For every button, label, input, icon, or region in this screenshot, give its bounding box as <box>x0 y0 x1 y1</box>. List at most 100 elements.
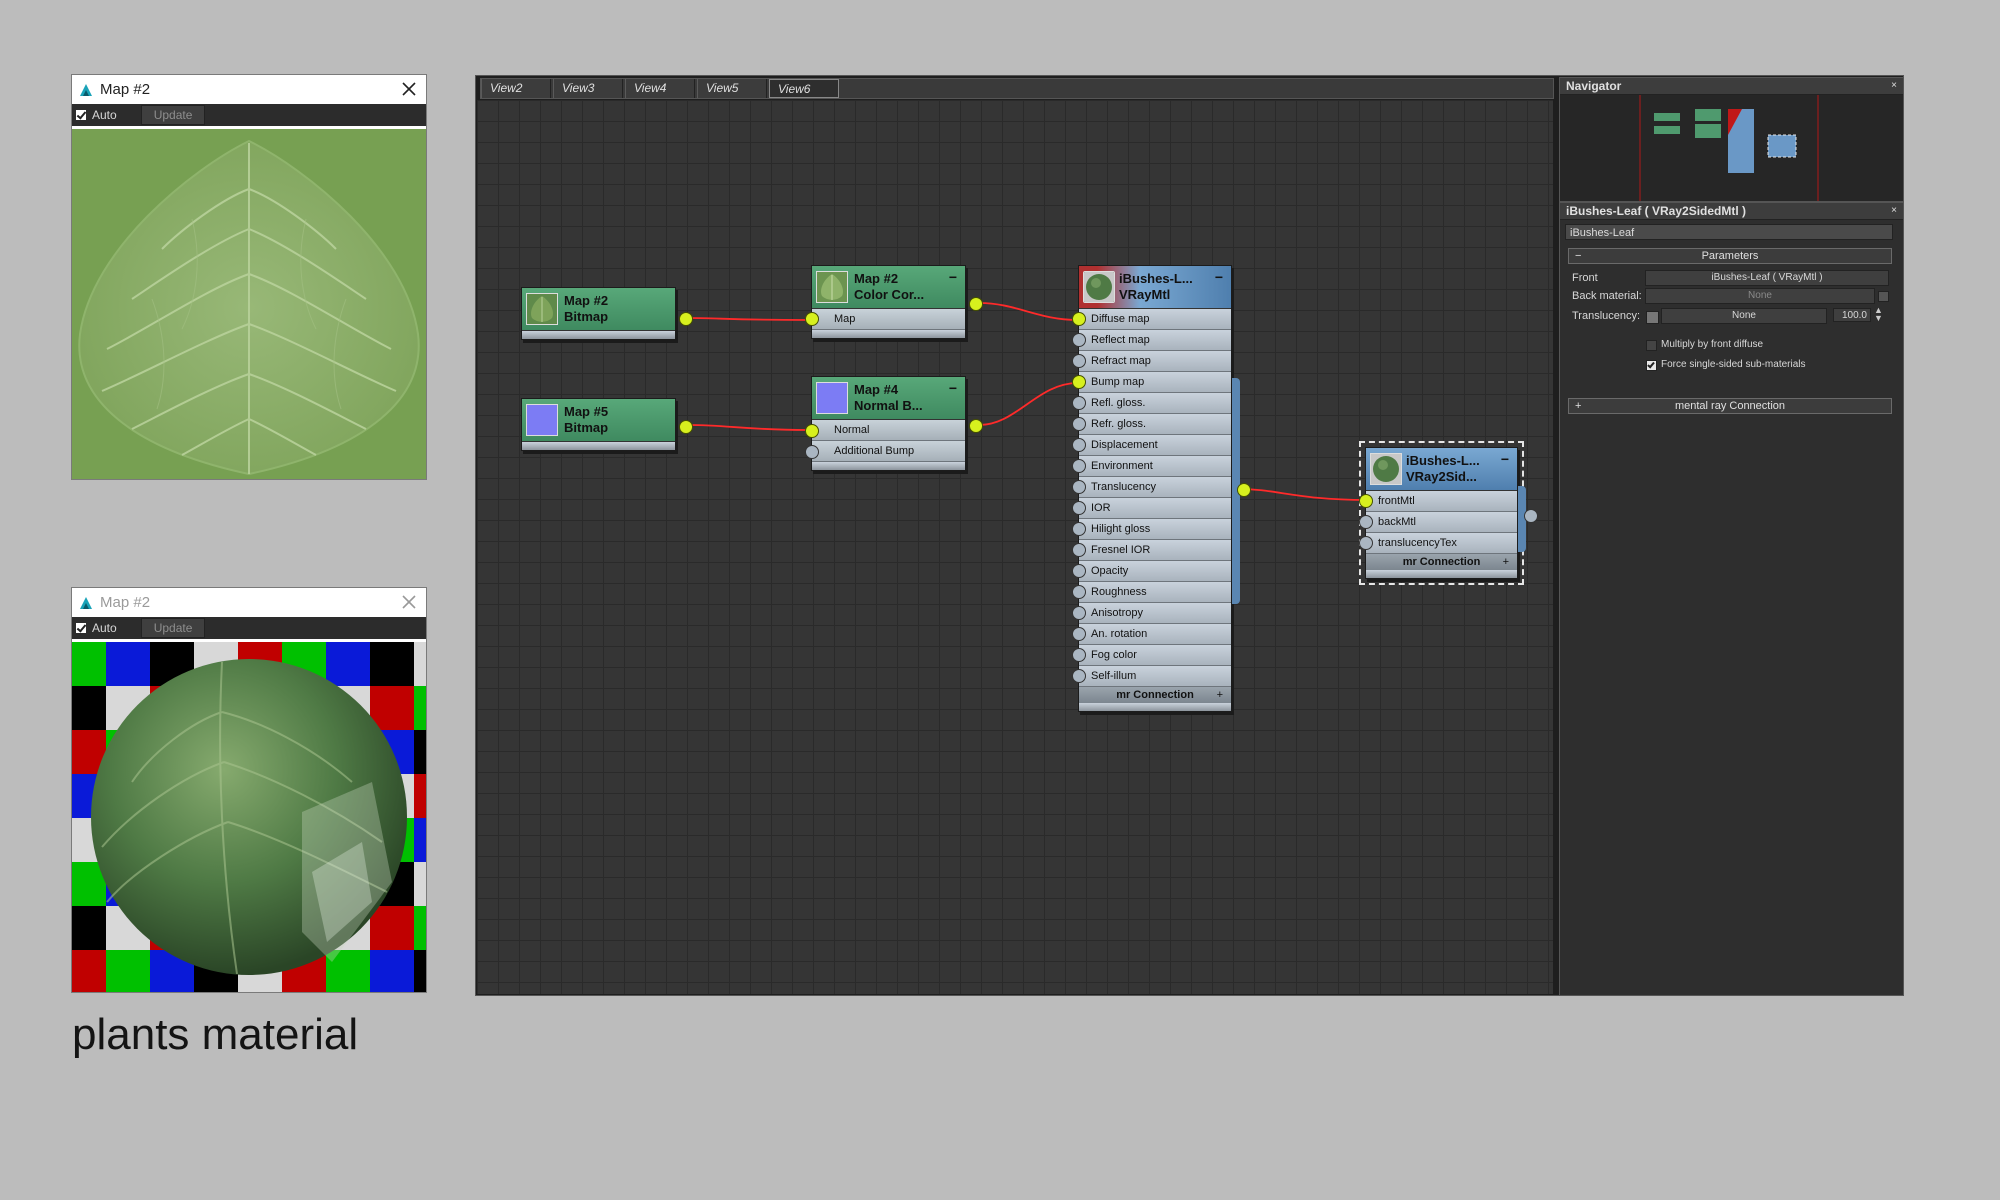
node-view-canvas[interactable]: Map #2 Bitmap Map #5 Bitmap Map #2 Color Co… <box>477 100 1553 994</box>
input-port[interactable] <box>1072 417 1086 431</box>
preview-titlebar[interactable]: Map #2 <box>72 588 426 617</box>
minimize-icon[interactable]: − <box>1215 269 1223 285</box>
output-port[interactable] <box>969 297 983 311</box>
slot-reflect-map[interactable]: Reflect map <box>1072 330 1231 351</box>
expand-icon[interactable]: + <box>1575 399 1581 413</box>
expand-icon[interactable]: + <box>1217 687 1223 703</box>
slot-translucencytex[interactable]: translucencyTex <box>1359 533 1517 554</box>
slot-an-rotation[interactable]: An. rotation <box>1072 624 1231 645</box>
update-button[interactable]: Update <box>140 618 206 638</box>
collapse-icon[interactable]: − <box>1575 249 1581 263</box>
node-vraymtl[interactable]: iBushes-L... VRayMtl − Diffuse map Reflect… <box>1072 265 1251 712</box>
slot-frontmtl[interactable]: frontMtl <box>1359 491 1517 512</box>
slot-self-illum[interactable]: Self-illum <box>1072 666 1231 687</box>
close-icon[interactable] <box>398 591 420 613</box>
parameters-rollout[interactable]: − Parameters <box>1568 248 1892 264</box>
slot-map[interactable]: Map <box>812 309 965 330</box>
update-button[interactable]: Update <box>140 105 206 125</box>
input-port[interactable] <box>1359 536 1373 550</box>
slot-label: Translucency <box>1091 481 1157 493</box>
slot-refract-map[interactable]: Refract map <box>1072 351 1231 372</box>
slot-environment[interactable]: Environment <box>1072 456 1231 477</box>
input-port[interactable] <box>1359 494 1373 508</box>
node-normal-bump[interactable]: Map #4 Normal B... − Normal Additional Bu… <box>805 376 983 471</box>
minimize-icon[interactable]: − <box>1501 451 1509 467</box>
input-port[interactable] <box>1072 333 1086 347</box>
close-icon[interactable]: × <box>1891 78 1897 94</box>
navigator-minimap[interactable] <box>1560 95 1903 201</box>
slot-anisotropy[interactable]: Anisotropy <box>1072 603 1231 624</box>
input-port[interactable] <box>1072 669 1086 683</box>
tab-view6[interactable]: View6 <box>769 79 839 98</box>
input-port[interactable] <box>1072 648 1086 662</box>
close-icon[interactable] <box>398 78 420 100</box>
close-icon[interactable]: × <box>1891 203 1897 219</box>
input-port[interactable] <box>1072 564 1086 578</box>
slot-refl-gloss[interactable]: Refl. gloss. <box>1072 393 1231 414</box>
slot-additional-bump[interactable]: Additional Bump <box>812 441 965 462</box>
slot-translucency[interactable]: Translucency <box>1072 477 1231 498</box>
output-port[interactable] <box>679 420 693 434</box>
slot-bump-map[interactable]: Bump map <box>1072 372 1231 393</box>
node-bitmap-map2[interactable]: Map #2 Bitmap <box>521 287 693 340</box>
output-port[interactable] <box>1524 509 1538 523</box>
input-port[interactable] <box>1072 459 1086 473</box>
input-port-map[interactable] <box>805 312 819 326</box>
input-port[interactable] <box>1072 543 1086 557</box>
slot-normal[interactable]: Normal <box>812 420 965 441</box>
back-material-button[interactable]: None <box>1645 288 1875 304</box>
mental-ray-rollout[interactable]: + mental ray Connection <box>1568 398 1892 414</box>
minimize-icon[interactable]: − <box>949 380 957 396</box>
input-port[interactable] <box>1072 480 1086 494</box>
slot-fresnel-ior[interactable]: Fresnel IOR <box>1072 540 1231 561</box>
tab-view5[interactable]: View5 <box>697 79 767 98</box>
tab-view3[interactable]: View3 <box>553 79 623 98</box>
slot-roughness[interactable]: Roughness <box>1072 582 1231 603</box>
node-vray2sidedmtl[interactable]: iBushes-L... VRay2Sid... − frontMtl backMt… <box>1359 441 1538 585</box>
tab-view4[interactable]: View4 <box>625 79 695 98</box>
slot-backmtl[interactable]: backMtl <box>1359 512 1517 533</box>
spinner-arrows-icon[interactable]: ▲ ▼ <box>1874 306 1883 323</box>
translucency-color-swatch[interactable] <box>1646 311 1659 324</box>
slot-hilight-gloss[interactable]: Hilight gloss <box>1072 519 1231 540</box>
translucency-amount-spinner[interactable]: 100.0 <box>1833 308 1871 322</box>
input-port[interactable] <box>1072 354 1086 368</box>
minimize-icon[interactable]: − <box>949 269 957 285</box>
auto-checkbox[interactable] <box>76 623 86 633</box>
input-port[interactable] <box>1072 438 1086 452</box>
front-material-button[interactable]: iBushes-Leaf ( VRayMtl ) <box>1645 270 1889 286</box>
output-port[interactable] <box>679 312 693 326</box>
output-port[interactable] <box>969 419 983 433</box>
force-single-sided-checkbox[interactable] <box>1646 360 1657 371</box>
auto-checkbox[interactable] <box>76 110 86 120</box>
expand-icon[interactable]: + <box>1503 554 1509 570</box>
input-port[interactable] <box>1072 585 1086 599</box>
input-port[interactable] <box>1072 396 1086 410</box>
slot-opacity[interactable]: Opacity <box>1072 561 1231 582</box>
slot-ior[interactable]: IOR <box>1072 498 1231 519</box>
mr-connection-row[interactable]: mr Connection + <box>1366 554 1517 570</box>
back-material-toggle[interactable] <box>1878 291 1889 302</box>
input-port-normal[interactable] <box>805 424 819 438</box>
tab-view2[interactable]: View2 <box>481 79 551 98</box>
multiply-front-diffuse-checkbox[interactable] <box>1646 340 1657 351</box>
input-port[interactable] <box>1072 606 1086 620</box>
node-color-correction[interactable]: Map #2 Color Cor... − Map <box>805 265 983 339</box>
input-port[interactable] <box>1072 522 1086 536</box>
translucency-map-button[interactable]: None <box>1661 308 1827 324</box>
input-port[interactable] <box>1072 627 1086 641</box>
input-port[interactable] <box>1072 312 1086 326</box>
node-bitmap-map5[interactable]: Map #5 Bitmap <box>521 398 693 451</box>
material-name-field[interactable]: iBushes-Leaf <box>1565 224 1893 240</box>
mr-connection-row[interactable]: mr Connection + <box>1079 687 1231 703</box>
slot-displacement[interactable]: Displacement <box>1072 435 1231 456</box>
slot-refr-gloss[interactable]: Refr. gloss. <box>1072 414 1231 435</box>
input-port[interactable] <box>1072 501 1086 515</box>
input-port[interactable] <box>1072 375 1086 389</box>
preview-titlebar[interactable]: Map #2 <box>72 75 426 104</box>
output-port[interactable] <box>1237 483 1251 497</box>
input-port-additional-bump[interactable] <box>805 445 819 459</box>
input-port[interactable] <box>1359 515 1373 529</box>
slot-fog-color[interactable]: Fog color <box>1072 645 1231 666</box>
slot-diffuse-map[interactable]: Diffuse map <box>1072 309 1231 330</box>
